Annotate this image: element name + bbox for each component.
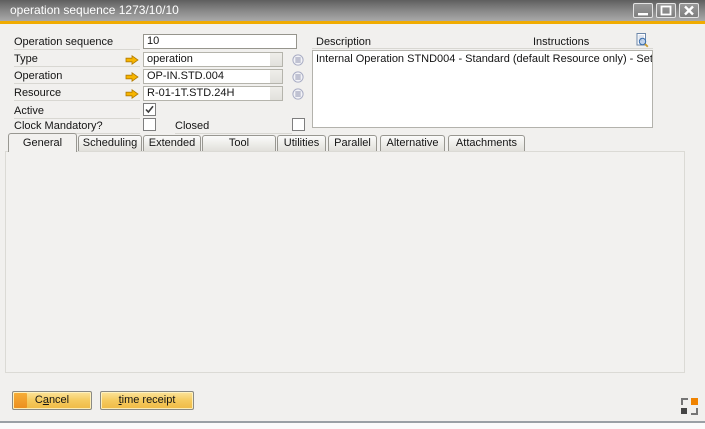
cancel-label-post: ncel: [49, 394, 69, 406]
type-choose-from-list-icon[interactable]: [292, 54, 304, 66]
tab-general[interactable]: General: [8, 133, 77, 152]
tab-extended[interactable]: Extended: [143, 135, 201, 151]
time-receipt-label-post: ime receipt: [122, 394, 176, 406]
minimize-icon: [634, 4, 652, 17]
type-value: operation: [147, 53, 193, 65]
operation-value: OP-IN.STD.004: [147, 70, 224, 82]
titlebar[interactable]: operation sequence 1273/10/10: [0, 0, 705, 21]
gold-accent-line: [0, 21, 705, 24]
operation-choose-from-list-icon[interactable]: [292, 71, 304, 83]
tab-alternative[interactable]: Alternative: [380, 135, 445, 151]
resource-value: R-01-1T.STD.24H: [147, 87, 234, 99]
window-title: operation sequence 1273/10/10: [10, 0, 179, 21]
closed-checkbox[interactable]: [292, 118, 305, 131]
tab-utilities[interactable]: Utilities: [277, 135, 326, 151]
cancel-button[interactable]: Cancel: [12, 391, 92, 410]
closed-label: Closed: [175, 120, 292, 134]
close-button[interactable]: [679, 3, 699, 18]
clock-mandatory-label: Clock Mandatory?: [14, 120, 140, 134]
active-checkbox[interactable]: [143, 103, 156, 116]
operation-sequence-window: operation sequence 1273/10/10 Operation …: [0, 0, 705, 429]
operation-label: Operation: [14, 70, 140, 84]
operation-link-arrow-icon[interactable]: [125, 72, 139, 82]
type-field-drop[interactable]: [270, 53, 282, 66]
close-icon: [680, 4, 698, 17]
checkmark-icon: [144, 104, 155, 115]
window-bottom-pad: [0, 423, 705, 429]
tab-tool[interactable]: Tool: [202, 135, 276, 151]
cancel-label-pre: C: [35, 394, 43, 406]
resource-link-arrow-icon[interactable]: [125, 89, 139, 99]
resource-field[interactable]: R-01-1T.STD.24H: [143, 86, 283, 101]
corner-widget-icon[interactable]: [681, 398, 698, 415]
maximize-button[interactable]: [656, 3, 676, 18]
clock-mandatory-checkbox[interactable]: [143, 118, 156, 131]
cancel-button-focus-accent: [14, 393, 27, 408]
resource-field-drop[interactable]: [270, 87, 282, 100]
tab-parallel[interactable]: Parallel: [328, 135, 377, 151]
operation-field-drop[interactable]: [270, 70, 282, 83]
active-label: Active: [14, 105, 140, 119]
tab-attachments[interactable]: Attachments: [448, 135, 525, 151]
operation-field[interactable]: OP-IN.STD.004: [143, 69, 283, 84]
minimize-button[interactable]: [633, 3, 653, 18]
tab-scheduling[interactable]: Scheduling: [78, 135, 142, 151]
instructions-preview-icon[interactable]: [635, 33, 650, 48]
operation-sequence-label: Operation sequence: [14, 36, 140, 50]
type-link-arrow-icon[interactable]: [125, 55, 139, 65]
general-tab-panel: [5, 151, 685, 373]
resource-choose-from-list-icon[interactable]: [292, 88, 304, 100]
type-field[interactable]: operation: [143, 52, 283, 67]
resource-label: Resource: [14, 87, 140, 101]
type-label: Type: [14, 53, 140, 67]
operation-sequence-field[interactable]: 10: [143, 34, 297, 49]
time-receipt-button[interactable]: time receipt: [100, 391, 194, 410]
maximize-icon: [657, 4, 675, 17]
description-header-underline: [312, 48, 653, 49]
description-textarea[interactable]: Internal Operation STND004 - Standard (d…: [312, 50, 653, 128]
